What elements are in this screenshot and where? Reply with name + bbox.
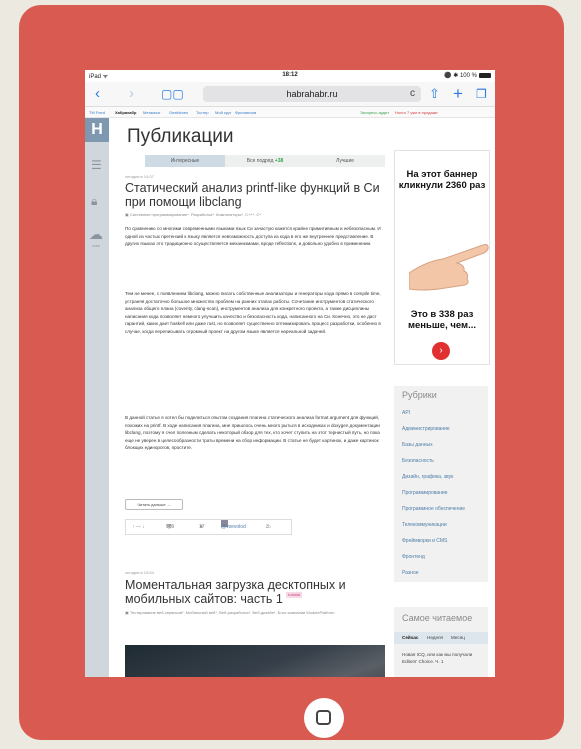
bookmark-link[interactable]: Мегамозг	[143, 110, 160, 115]
status-time: 18:12	[282, 72, 298, 78]
forward-icon[interactable]: ›	[129, 85, 134, 103]
rubric-link[interactable]: Безопасность	[402, 458, 434, 464]
most-read-panel: Самое читаемое Сейчас Неделя Месяц Новая…	[394, 607, 488, 677]
battery-icon	[479, 72, 491, 78]
status-bar: iPad ᯤ 18:12 ⚫ ✱ 100 %	[85, 70, 495, 82]
tabs-icon[interactable]: ❐	[476, 85, 487, 103]
share-icon[interactable]: ⇧	[429, 85, 440, 103]
arrow-right-icon[interactable]: ›	[432, 342, 450, 360]
feed-tabs: Интересные Все подряд +38 Лучшие	[145, 155, 385, 167]
cloud-label: КАБИ	[92, 244, 100, 248]
bookmarks-bar: TM Feed Хабрахабр Мегамозг Geektimes Тос…	[85, 107, 495, 118]
bookmark-link[interactable]: Honor 7 уже в продаже	[395, 110, 438, 115]
lock-icon[interactable]: 🔒︎	[91, 194, 97, 209]
tab-interesting[interactable]: Интересные	[145, 155, 225, 167]
tab-best[interactable]: Лучшие	[305, 155, 385, 167]
post-time: сегодня в 14:07	[125, 174, 154, 179]
new-tab-icon[interactable]: +	[453, 85, 463, 103]
bookmark-link[interactable]: Geektimes	[169, 110, 188, 115]
home-square-icon	[316, 710, 331, 725]
reload-icon[interactable]: c	[410, 86, 415, 102]
rubric-link[interactable]: Разное	[402, 570, 419, 576]
tab-now[interactable]: Сейчас	[402, 632, 418, 644]
rubrics-title: Рубрики	[402, 390, 437, 400]
post-title[interactable]: Моментальная загрузка десктопных и мобил…	[125, 578, 383, 606]
ad-bottom-text: Это в 338 раз меньше, чем...	[408, 309, 476, 331]
rubric-link[interactable]: Фронтенд	[402, 554, 425, 560]
tab-month[interactable]: Месяц	[451, 632, 465, 644]
page-title: Публикации	[127, 126, 234, 147]
tab-all-count: +38	[274, 158, 284, 164]
home-button[interactable]	[304, 698, 344, 738]
bookmark-link[interactable]: TM Feed	[89, 110, 105, 115]
post-title[interactable]: Статический анализ printf-like функций в…	[125, 181, 383, 209]
main-content: Публикации Интересные Все подряд +38 Луч…	[115, 118, 385, 677]
url-text: habrahabr.ru	[286, 89, 338, 99]
post-hubs: ▣ Системное программирование*, Разработк…	[125, 212, 261, 217]
bookmarks-icon[interactable]: ▢▢	[161, 85, 184, 103]
rubric-link[interactable]: API	[402, 410, 410, 416]
bookmark-link[interactable]: Тостер	[196, 110, 209, 115]
menu-icon[interactable]: ☰	[91, 158, 102, 172]
rubric-link[interactable]: Программное обеспечение	[402, 506, 465, 512]
back-icon[interactable]: ‹	[95, 85, 100, 103]
status-right: ⚫ ✱ 100 %	[444, 72, 491, 79]
rubric-link[interactable]: Фреймворки и СМS	[402, 538, 447, 544]
pointing-hand-image	[409, 244, 489, 291]
tab-week[interactable]: Неделя	[427, 632, 443, 644]
bookmark-link[interactable]: Экспресс-аудит	[360, 110, 389, 115]
post-paragraph: Тем не менее, с появлением libclang, мож…	[125, 291, 381, 334]
bookmark-link[interactable]: Фрилансим	[235, 110, 256, 115]
tab-all[interactable]: Все подряд +38	[225, 155, 305, 167]
bookmark-link[interactable]: Хабрахабр	[115, 110, 136, 115]
ad-top-text: На этот баннер кликнули 2360 раз	[398, 169, 486, 191]
most-read-item[interactable]: Новая ICQ, или как мы получали Editors' …	[402, 651, 484, 665]
post-paragraph: По сравнению со многими современными язы…	[125, 226, 381, 247]
rubric-link[interactable]: Дизайн, графика, звук	[402, 474, 453, 480]
bookmark-link[interactable]: Мой круг	[215, 110, 231, 115]
address-bar[interactable]: habrahabr.ru c	[203, 86, 421, 102]
post-cover-image[interactable]	[125, 645, 385, 677]
rubric-link[interactable]: Базы данных	[402, 442, 433, 448]
rubric-link[interactable]: Администрирование	[402, 426, 450, 432]
post-stats: ↑ — ↓ 👁︎ 989 ★ 17 @vsevolod ▭ 3	[125, 519, 292, 535]
browser-toolbar: ‹ › ▢▢ habrahabr.ru c ⇧ + ❐	[85, 82, 495, 107]
tutorial-badge: tutorial	[286, 592, 303, 598]
left-sidebar: H ☰ 🔒︎ ☁ КАБИ	[85, 118, 109, 677]
post-paragraph: В данной статье я хотел бы поделиться оп…	[125, 415, 380, 451]
ad-banner[interactable]: На этот баннер кликнули 2360 раз Это в 3…	[394, 150, 490, 365]
tablet-screen: iPad ᯤ 18:12 ⚫ ✱ 100 % ‹ › ▢▢ habrahabr.…	[85, 70, 495, 677]
most-read-title: Самое читаемое	[402, 613, 473, 623]
habr-logo[interactable]: H	[85, 118, 109, 142]
post-time: сегодня в 13:54	[125, 570, 154, 575]
cloud-icon[interactable]: ☁	[89, 226, 103, 243]
post-hubs: ▣ Тестирование веб-сервисов*, Мобильный …	[125, 610, 335, 615]
rubrics-panel: Рубрики API Администрирование Базы данны…	[394, 386, 488, 582]
rubric-link[interactable]: Программирование	[402, 490, 448, 496]
rubric-link[interactable]: Телекоммуникации	[402, 522, 447, 528]
rating-arrows[interactable]: ↑ — ↓	[132, 520, 145, 534]
read-more-button[interactable]: Читать дальше →	[125, 499, 183, 510]
most-read-tabs: Сейчас Неделя Месяц	[394, 632, 488, 644]
